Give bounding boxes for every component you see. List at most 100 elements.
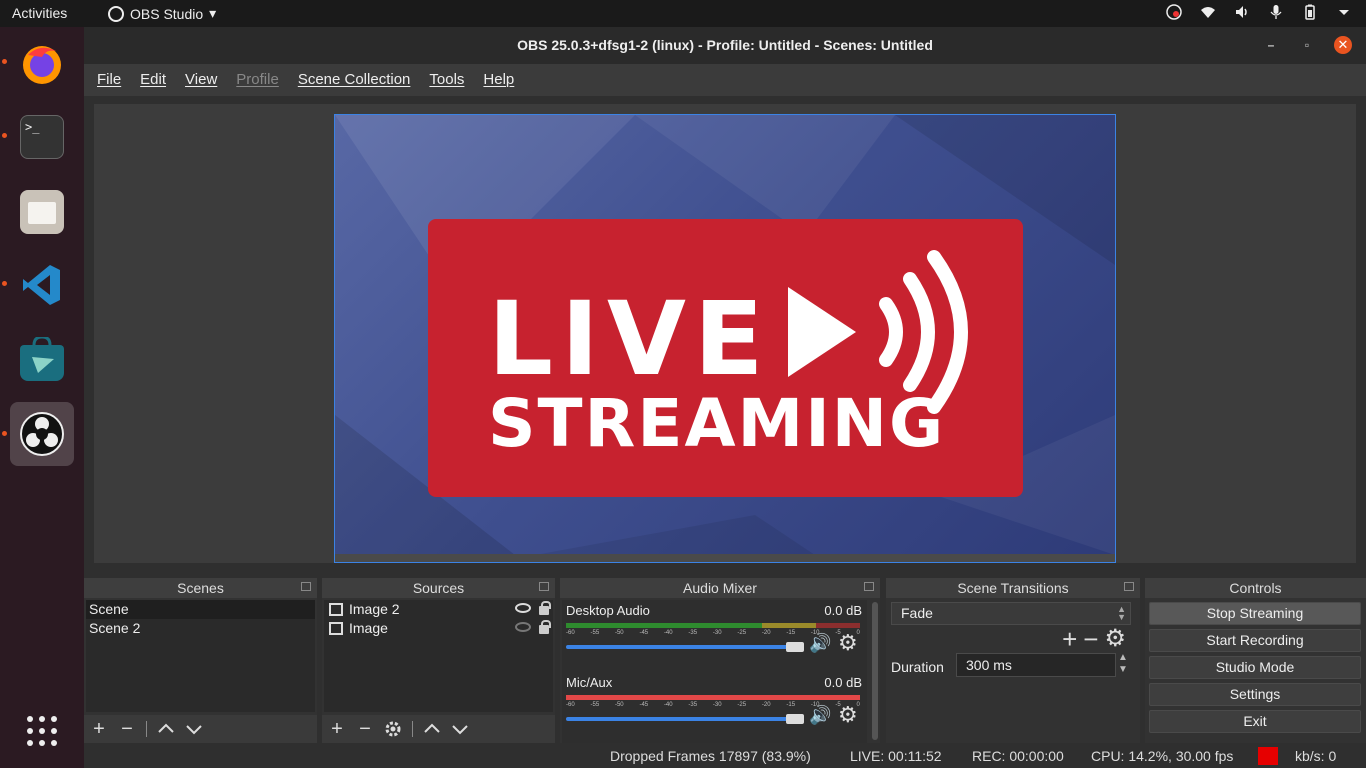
sources-dock: Sources Image 2 Image + − <box>322 578 555 743</box>
scene-item[interactable]: Scene <box>86 600 315 619</box>
close-button[interactable]: ✕ <box>1334 36 1352 54</box>
running-indicator <box>2 59 7 64</box>
scene-transitions-dock: Scene Transitions Fade ▲ ▼ + − ⚙ Duration… <box>886 578 1140 743</box>
gear-icon[interactable]: ⚙ <box>838 630 858 656</box>
move-up-button[interactable] <box>157 720 175 738</box>
mixer-body: Desktop Audio 0.0 dB -60 -55 -50 -45 -40 -35-… <box>562 600 867 743</box>
scene-item[interactable]: Scene 2 <box>86 619 315 638</box>
add-transition-button[interactable]: + <box>1062 626 1077 652</box>
preview-canvas[interactable]: LIVE STREAMING <box>334 114 1116 563</box>
float-dock-icon[interactable] <box>1124 582 1134 591</box>
move-down-button[interactable] <box>451 720 469 738</box>
vscode-icon <box>23 265 60 305</box>
speaker-icon[interactable]: 🔊 <box>809 705 831 726</box>
duration-spinner[interactable]: ▲ ▼ <box>1118 652 1128 676</box>
volume-slider[interactable] <box>566 645 802 649</box>
start-recording-button[interactable]: Start Recording <box>1149 629 1361 652</box>
window-title: OBS 25.0.3+dfsg1-2 (linux) - Profile: Un… <box>517 37 933 53</box>
obs-window: OBS 25.0.3+dfsg1-2 (linux) - Profile: Un… <box>84 27 1366 768</box>
float-dock-icon[interactable] <box>301 582 311 591</box>
scenes-toolbar: + − <box>84 715 317 743</box>
firefox-icon <box>23 46 61 84</box>
dock-terminal[interactable]: >_ <box>10 105 74 169</box>
wifi-icon[interactable] <box>1200 4 1216 20</box>
running-indicator <box>2 281 7 286</box>
gear-icon[interactable]: ⚙ <box>838 702 858 728</box>
source-item[interactable]: Image 2 <box>324 600 553 619</box>
volume-slider-handle[interactable] <box>786 714 804 724</box>
dock-firefox[interactable] <box>10 31 74 95</box>
source-properties-gear-icon[interactable] <box>384 720 402 738</box>
remove-scene-button[interactable]: − <box>118 719 136 739</box>
scenes-list[interactable]: Scene Scene 2 <box>86 600 315 712</box>
duration-input[interactable]: 300 ms <box>956 653 1116 677</box>
battery-icon[interactable] <box>1302 4 1318 20</box>
exit-button[interactable]: Exit <box>1149 710 1361 733</box>
float-dock-icon[interactable] <box>539 582 549 591</box>
sources-list[interactable]: Image 2 Image <box>324 600 553 712</box>
microphone-icon[interactable] <box>1268 4 1284 20</box>
stop-streaming-button[interactable]: Stop Streaming <box>1149 602 1361 625</box>
dock-obs[interactable] <box>10 402 74 466</box>
obs-tray-icon[interactable] <box>1166 4 1182 20</box>
scenes-dock: Scenes Scene Scene 2 + − <box>84 578 317 743</box>
transition-select[interactable]: Fade ▲ ▼ <box>891 602 1131 625</box>
controls-dock: Controls Stop Streaming Start Recording … <box>1145 578 1366 743</box>
menu-scene-collection[interactable]: Scene Collection <box>298 64 411 96</box>
mixer-channel-desktop: Desktop Audio 0.0 dB -60 -55 -50 -45 -40 -35-… <box>566 603 862 669</box>
lock-icon[interactable] <box>539 620 551 634</box>
settings-button[interactable]: Settings <box>1149 683 1361 706</box>
menu-help[interactable]: Help <box>483 64 514 96</box>
channel-db: 0.0 dB <box>824 675 862 690</box>
menu-bar: File Edit View Profile Scene Collection … <box>84 64 1366 96</box>
source-item[interactable]: Image <box>324 619 553 638</box>
transition-gear-icon[interactable]: ⚙ <box>1104 626 1126 652</box>
minimize-button[interactable]: – <box>1262 36 1280 54</box>
dock-vscode[interactable] <box>10 253 74 317</box>
dock-software[interactable] <box>10 327 74 391</box>
add-source-button[interactable]: + <box>328 719 346 739</box>
mixer-title-label: Audio Mixer <box>683 580 757 596</box>
remove-source-button[interactable]: − <box>356 719 374 739</box>
app-grid-icon[interactable] <box>26 715 58 747</box>
speaker-icon[interactable]: 🔊 <box>809 633 831 654</box>
toolbar-divider <box>412 721 413 737</box>
scenes-title-label: Scenes <box>177 580 224 596</box>
system-tray[interactable] <box>1166 4 1352 20</box>
audio-mixer-dock: Audio Mixer Desktop Audio 0.0 dB -60 -55-… <box>560 578 880 743</box>
window-titlebar[interactable]: OBS 25.0.3+dfsg1-2 (linux) - Profile: Un… <box>84 27 1366 64</box>
system-menu-chevron-icon[interactable] <box>1336 4 1352 20</box>
preview-area[interactable]: LIVE STREAMING <box>94 104 1356 563</box>
menu-profile[interactable]: Profile <box>236 64 279 96</box>
volume-slider-handle[interactable] <box>786 642 804 652</box>
sources-toolbar: + − <box>322 715 555 743</box>
files-icon <box>20 190 64 234</box>
visibility-icon[interactable] <box>515 603 531 613</box>
ubuntu-dock: >_ <box>0 27 84 768</box>
mixer-channel-mic: Mic/Aux 0.0 dB -60 -55 -50 -45 -40 -35 -30 -25-… <box>566 675 862 741</box>
move-down-button[interactable] <box>185 720 203 738</box>
volume-slider[interactable] <box>566 717 802 721</box>
live-timer: LIVE: 00:11:52 <box>850 748 942 764</box>
menu-view[interactable]: View <box>185 64 217 96</box>
add-scene-button[interactable]: + <box>90 719 108 739</box>
rec-timer: REC: 00:00:00 <box>972 748 1064 764</box>
activities-button[interactable]: Activities <box>12 5 67 21</box>
menu-tools[interactable]: Tools <box>429 64 464 96</box>
menu-edit[interactable]: Edit <box>140 64 166 96</box>
maximize-button[interactable]: ▫ <box>1298 36 1316 54</box>
volume-meter <box>566 623 860 628</box>
dock-files[interactable] <box>10 180 74 244</box>
running-indicator <box>2 133 7 138</box>
menu-file[interactable]: File <box>97 64 121 96</box>
select-arrows-icon: ▲ ▼ <box>1117 604 1126 622</box>
lock-icon[interactable] <box>539 601 551 615</box>
float-dock-icon[interactable] <box>864 582 874 591</box>
app-menu[interactable]: OBS Studio ▾ <box>108 5 216 22</box>
move-up-button[interactable] <box>423 720 441 738</box>
studio-mode-button[interactable]: Studio Mode <box>1149 656 1361 679</box>
remove-transition-button[interactable]: − <box>1083 626 1098 652</box>
mixer-scrollbar[interactable] <box>872 602 878 740</box>
volume-icon[interactable] <box>1234 4 1250 20</box>
hidden-icon[interactable] <box>515 622 531 632</box>
